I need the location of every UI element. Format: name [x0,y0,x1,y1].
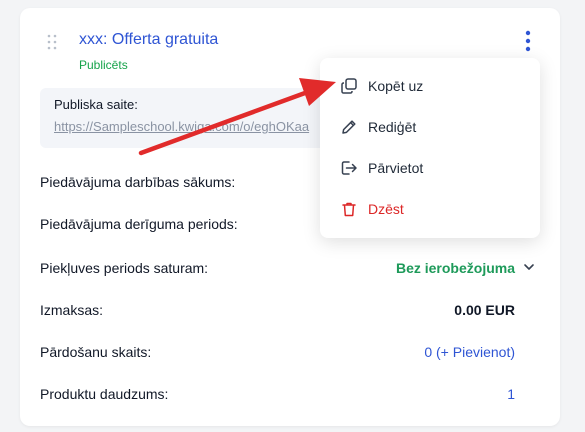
menu-item-delete[interactable]: Dzēst [320,190,540,228]
offer-validity-label: Piedāvājuma derīguma periods: [40,216,238,232]
offer-title[interactable]: xxx: Offerta gratuita [79,31,218,49]
add-sale-link[interactable]: (+ Pievienot) [436,344,515,360]
sales-count-label: Pārdošanu skaits: [40,344,152,360]
move-icon [341,161,357,175]
access-period-value[interactable]: Bez ierobežojuma [396,260,515,276]
menu-item-label: Pārvietot [368,160,424,176]
sales-count-number[interactable]: 0 [424,344,432,360]
copy-icon [341,78,357,94]
public-link-box: Publiska saite: https://Sampleschool.kwi… [40,88,360,148]
drag-handle-icon[interactable] [46,34,58,50]
product-quantity-label: Produktu daudzums: [40,386,169,402]
menu-item-edit[interactable]: Rediģēt [320,108,540,146]
public-link-url[interactable]: https://Sampleschool.kwiga.com/o/eghOKaa [54,119,309,134]
menu-item-copy-to[interactable]: Kopēt uz [320,67,540,105]
price-label: Izmaksas: [40,302,104,318]
menu-item-move[interactable]: Pārvietot [320,149,540,187]
context-menu: Kopēt uz Rediģēt Pārvietot Dzēst [320,58,540,238]
status-badge: Publicēts [79,58,128,72]
public-link-label: Publiska saite: [54,97,138,112]
offer-start-label: Piedāvājuma darbības sākums: [40,174,236,190]
menu-item-label: Kopēt uz [368,78,424,94]
price-value: 0.00 EUR [454,302,515,318]
more-options-icon[interactable] [518,28,538,54]
trash-icon [342,202,356,217]
chevron-down-icon[interactable] [522,260,536,274]
sales-count-value: 0 (+ Pievienot) [424,344,515,360]
menu-item-label: Dzēst [368,201,404,217]
menu-item-label: Rediģēt [368,119,417,135]
product-quantity-value[interactable]: 1 [507,386,515,402]
pencil-icon [342,120,356,134]
access-period-label: Piekļuves periods saturam: [40,260,209,276]
